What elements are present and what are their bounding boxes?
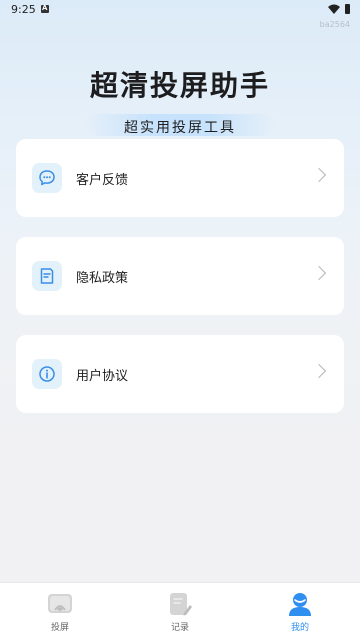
page-subtitle: 超实用投屏工具 xyxy=(124,120,236,136)
menu-item-label: 客户反馈 xyxy=(76,173,129,188)
tab-label: 投屏 xyxy=(50,623,69,633)
record-icon xyxy=(170,593,192,616)
chat-bubble-icon xyxy=(32,163,62,193)
tab-cast[interactable]: 投屏 xyxy=(0,583,120,641)
tab-records[interactable]: 记录 xyxy=(120,583,240,641)
chevron-right-icon xyxy=(311,363,327,379)
tab-label: 我的 xyxy=(290,623,309,633)
profile-icon xyxy=(289,593,311,616)
chevron-right-icon xyxy=(311,265,327,281)
bottom-tab-bar: 投屏 记录 我的 xyxy=(0,582,360,641)
info-icon xyxy=(32,359,62,389)
menu-item-feedback[interactable]: 客户反馈 xyxy=(16,139,344,217)
menu-item-label: 隐私政策 xyxy=(76,271,129,286)
watermark: ba2564 xyxy=(319,20,350,29)
menu-item-privacy-policy[interactable]: 隐私政策 xyxy=(16,237,344,315)
battery-icon xyxy=(345,4,350,14)
status-time: 9:25 xyxy=(11,3,36,16)
menu-item-label: 用户协议 xyxy=(76,369,129,384)
subtitle-banner: 超实用投屏工具 xyxy=(85,114,275,136)
tab-label: 记录 xyxy=(170,623,189,633)
status-bar: 9:25 xyxy=(0,0,360,20)
cast-icon xyxy=(48,594,72,613)
tab-mine[interactable]: 我的 xyxy=(240,583,360,641)
document-icon xyxy=(32,261,62,291)
chevron-right-icon xyxy=(311,167,327,183)
notification-icon xyxy=(41,4,49,13)
page-title: 超清投屏助手 xyxy=(89,69,270,102)
menu-item-user-agreement[interactable]: 用户协议 xyxy=(16,335,344,413)
wifi-icon xyxy=(328,4,340,14)
